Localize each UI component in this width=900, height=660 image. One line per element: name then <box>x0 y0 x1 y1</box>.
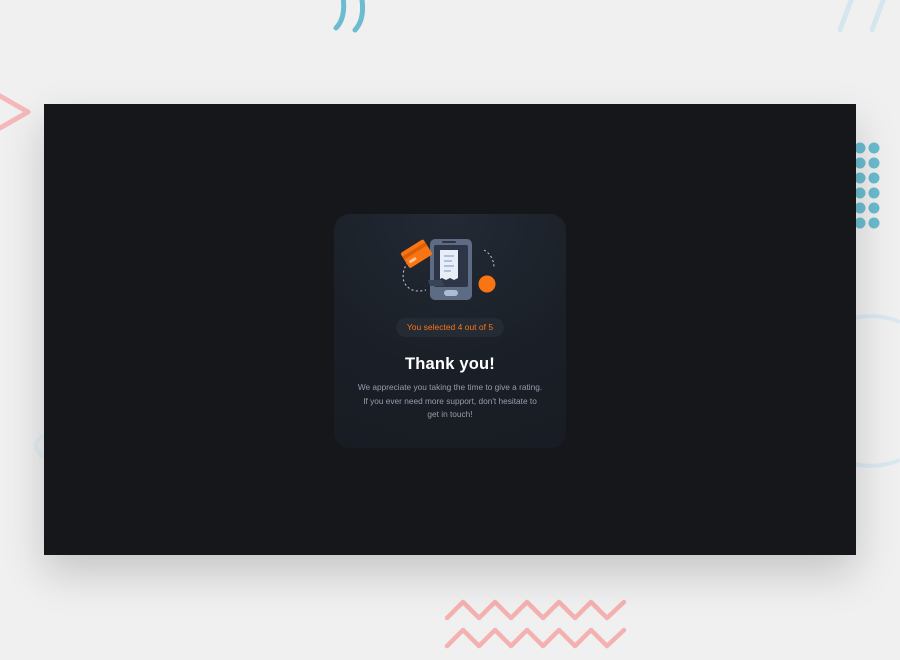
phone-payment-illustration <box>400 239 496 300</box>
thank-you-card: You selected 4 out of 5 Thank you! We ap… <box>334 214 566 448</box>
thank-you-title: Thank you! <box>404 355 495 373</box>
selected-rating-badge: You selected 4 out of 5 <box>396 318 504 337</box>
faint-lines-decoration <box>837 0 886 33</box>
dots-grid-decoration <box>854 142 880 229</box>
zigzag-decoration <box>444 599 627 649</box>
thank-you-message: We appreciate you taking the time to giv… <box>344 381 556 422</box>
arcs-decoration <box>333 0 365 33</box>
chevron-decoration <box>0 93 31 131</box>
message-line: get in touch! <box>427 409 473 419</box>
message-line: If you ever need more support, don't hes… <box>363 395 537 406</box>
app-screen: You selected 4 out of 5 Thank you! We ap… <box>44 104 856 555</box>
message-line: We appreciate you taking the time to giv… <box>357 382 543 392</box>
